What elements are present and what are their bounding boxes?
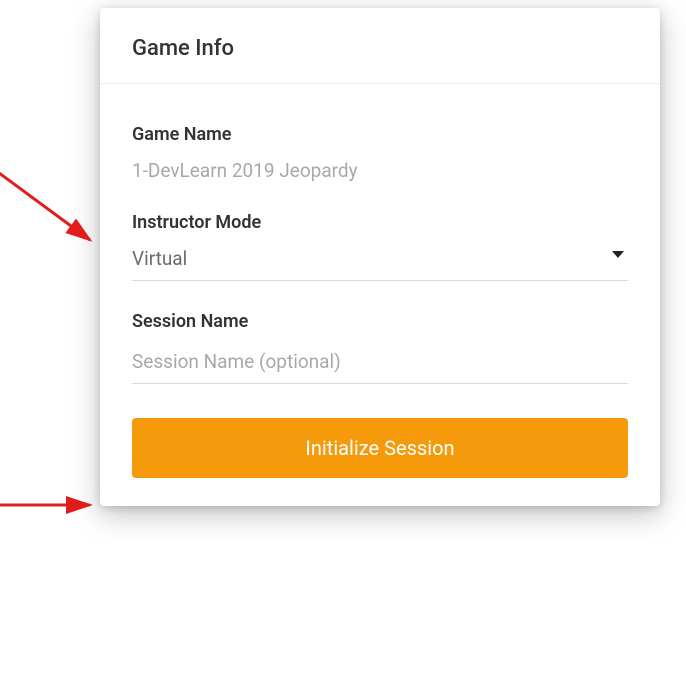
card-body: Game Name 1-DevLearn 2019 Jeopardy Instr… (100, 84, 660, 478)
instructor-mode-field: Instructor Mode Virtual (132, 212, 628, 281)
instructor-mode-label: Instructor Mode (132, 212, 628, 233)
session-name-label: Session Name (132, 311, 628, 332)
annotation-arrow-icon (0, 485, 110, 525)
game-name-value: 1-DevLearn 2019 Jeopardy (132, 159, 628, 182)
annotation-arrow-icon (0, 160, 110, 260)
session-name-field: Session Name (132, 311, 628, 384)
game-name-label: Game Name (132, 124, 628, 145)
game-name-field: Game Name 1-DevLearn 2019 Jeopardy (132, 124, 628, 182)
card-title: Game Info (132, 36, 628, 61)
session-name-input[interactable] (132, 346, 628, 384)
initialize-session-button[interactable]: Initialize Session (132, 418, 628, 478)
game-info-card: Game Info Game Name 1-DevLearn 2019 Jeop… (100, 8, 660, 506)
card-header: Game Info (100, 8, 660, 84)
instructor-mode-value: Virtual (132, 247, 187, 270)
chevron-down-icon (612, 251, 624, 258)
instructor-mode-select[interactable]: Virtual (132, 247, 628, 281)
